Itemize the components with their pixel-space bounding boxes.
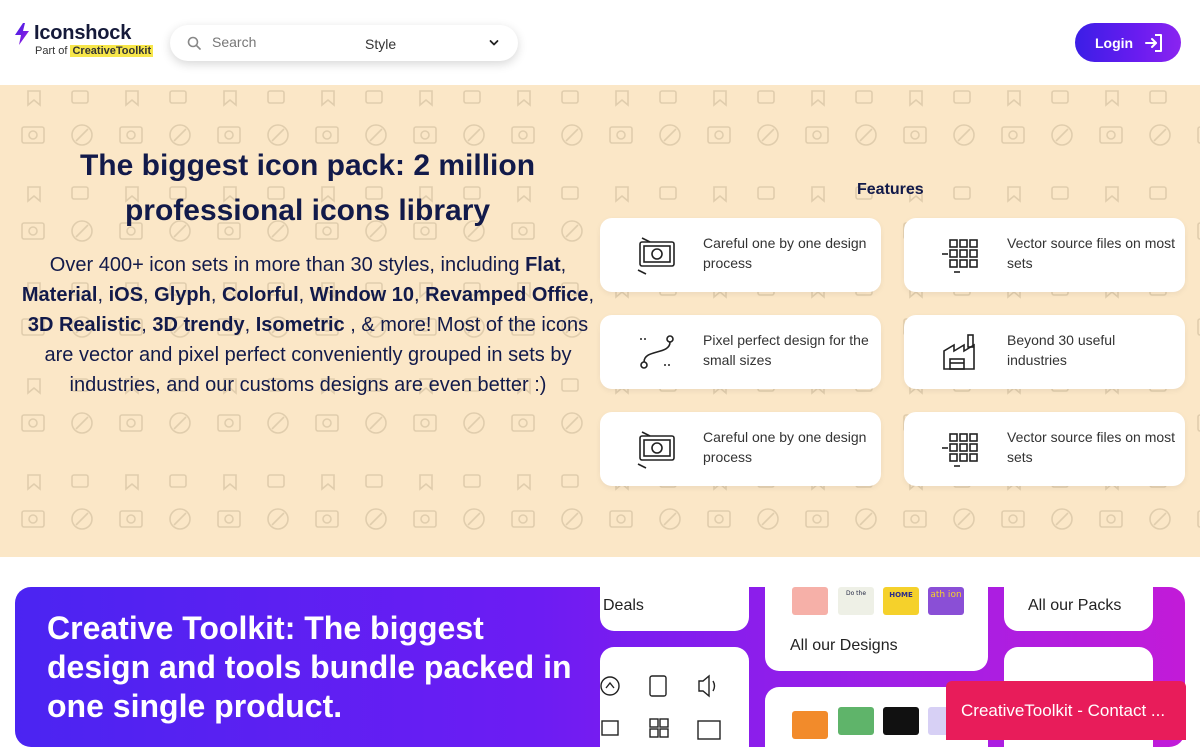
feature-text: Pixel perfect design for the small sizes xyxy=(703,332,869,368)
style-flat: Flat xyxy=(525,254,561,276)
logo-name: Iconshock xyxy=(34,22,132,44)
bezier-curve-icon xyxy=(640,335,674,369)
feature-text: Careful one by one design process xyxy=(703,429,867,465)
style-window10: Window 10 xyxy=(309,284,415,306)
thumb-text: ath ion xyxy=(930,590,962,600)
feature-text: Beyond 30 useful industries xyxy=(1007,332,1116,368)
logo-sub-brand: CreativeToolkit xyxy=(70,45,154,57)
banner-title: Creative Toolkit: The biggest design and… xyxy=(47,610,572,724)
hero-description: Over 400+ icon sets in more than 30 styl… xyxy=(21,254,595,396)
style-material: Material xyxy=(21,284,98,306)
search-bar: Style xyxy=(170,25,518,61)
photo-frame-icon xyxy=(637,237,675,275)
deals-label: Deals xyxy=(603,597,644,614)
hero-section: The biggest icon pack: 2 million profess… xyxy=(0,85,1200,557)
design-thumb: ath ion xyxy=(928,587,964,615)
desc-text: Over 400+ icon sets in more than 30 styl… xyxy=(49,254,526,276)
deals-card[interactable]: Deals xyxy=(600,587,749,631)
lightning-bolt-icon xyxy=(15,22,29,45)
icons-preview-card[interactable] xyxy=(600,647,749,747)
design-thumb xyxy=(883,707,919,735)
designs-card[interactable]: Do the HOME ath ion All our Designs xyxy=(765,587,988,671)
hero-title: The biggest icon pack: 2 million profess… xyxy=(79,149,536,227)
style-select[interactable]: Style xyxy=(365,36,396,52)
packs-label: All our Packs xyxy=(1028,597,1122,614)
design-thumb: HOME xyxy=(883,587,919,615)
feature-card[interactable]: Careful one by one design process xyxy=(600,218,881,292)
feature-text: Vector source files on most sets xyxy=(1007,429,1176,465)
style-3d-realistic: 3D Realistic xyxy=(27,314,142,336)
style-ios: iOS xyxy=(108,284,144,306)
feature-card[interactable]: Careful one by one design process xyxy=(600,412,881,486)
search-icon[interactable] xyxy=(187,36,201,50)
login-button[interactable]: Login xyxy=(1075,23,1181,62)
top-header: Iconshock Part of CreativeToolkit Style … xyxy=(0,0,1200,85)
features-heading: Features xyxy=(857,181,924,198)
design-thumb xyxy=(792,711,828,739)
packs-card[interactable]: All our Packs xyxy=(1004,587,1153,631)
thumb-text: Do the xyxy=(845,590,867,597)
search-input[interactable] xyxy=(212,34,342,50)
logo-sub-prefix: Part of xyxy=(35,45,68,57)
design-thumb: Do the xyxy=(838,587,874,615)
feature-text: Careful one by one design process xyxy=(703,235,867,271)
grid-vector-icon xyxy=(942,239,978,273)
feature-text: Vector source files on most sets xyxy=(1007,235,1176,271)
chevron-down-icon[interactable] xyxy=(489,38,499,48)
iconshock-logo[interactable]: Iconshock Part of CreativeToolkit xyxy=(14,22,154,57)
thumb-text: HOME xyxy=(889,591,913,599)
factory-icon xyxy=(943,334,975,370)
style-glyph: Glyph xyxy=(154,284,211,306)
feature-card[interactable]: Pixel perfect design for the small sizes xyxy=(600,315,881,389)
icon-preview-grid xyxy=(600,674,721,740)
feature-card[interactable]: Vector source files on most sets xyxy=(904,412,1185,486)
logo-subtitle: Part of CreativeToolkit xyxy=(35,45,154,57)
feature-card[interactable]: Vector source files on most sets xyxy=(904,218,1185,292)
login-label: Login xyxy=(1095,34,1134,51)
style-isometric: Isometric xyxy=(255,314,345,336)
contact-toast-button[interactable]: CreativeToolkit - Contact ... xyxy=(946,681,1186,740)
design-thumb xyxy=(792,587,828,615)
login-arrow-icon xyxy=(1145,34,1162,52)
photo-frame-icon xyxy=(637,431,675,469)
designs-label: All our Designs xyxy=(790,637,898,654)
style-colorful: Colorful xyxy=(221,284,299,306)
grid-vector-icon xyxy=(942,433,978,467)
style-revamped-office: Revamped Office xyxy=(425,284,589,306)
style-3d-trendy: 3D trendy xyxy=(152,314,245,336)
feature-card[interactable]: Beyond 30 useful industries xyxy=(904,315,1185,389)
design-thumb xyxy=(838,707,874,735)
